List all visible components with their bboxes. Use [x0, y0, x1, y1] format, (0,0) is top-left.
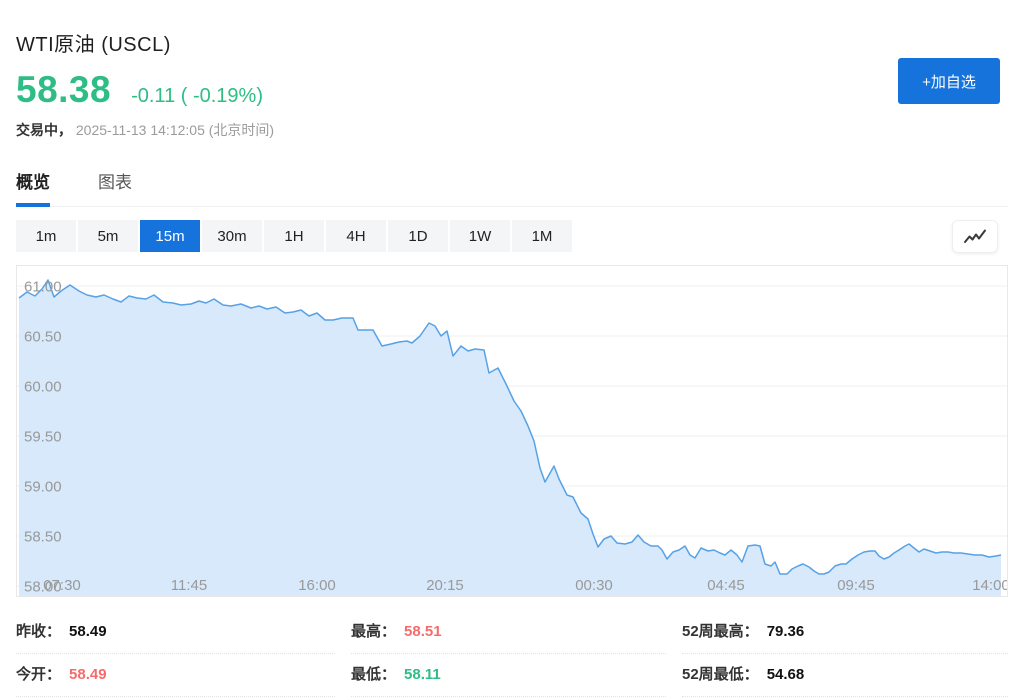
price-area-fill [19, 280, 1001, 596]
y-axis-label: 60.50 [24, 329, 62, 346]
timeframe-chip-4H[interactable]: 4H [326, 220, 386, 252]
stat-cell: 今开： 58.49 [16, 654, 335, 697]
stat-value: 58.51 [404, 623, 442, 640]
x-axis-label: 00:30 [575, 577, 613, 594]
stat-value: 58.49 [69, 623, 107, 640]
stat-label: 52周最高： [682, 620, 759, 641]
stat-label: 昨收： [16, 620, 61, 641]
stat-label: 最低： [351, 663, 396, 684]
add-watchlist-button[interactable]: +加自选 [898, 58, 1000, 104]
quote-page: WTI原油 (USCL) 58.38 -0.11 ( -0.19%) 交易中， … [0, 0, 1024, 697]
y-axis-label: 59.00 [24, 479, 62, 496]
x-axis-label: 14:00 [972, 577, 1007, 594]
stat-cell: 52周最高： 79.36 [682, 611, 1008, 654]
tab-bar: 概览 图表 [16, 168, 1008, 207]
stat-value: 79.36 [767, 623, 805, 640]
x-axis-label: 20:15 [426, 577, 464, 594]
trading-status-label: 交易中， [16, 122, 72, 138]
timeframe-chip-1M[interactable]: 1M [512, 220, 572, 252]
range-row: 1m5m15m30m1H4H1D1W1M [16, 220, 1008, 252]
chart-type-button[interactable] [952, 220, 998, 253]
stat-label: 最高： [351, 620, 396, 641]
y-axis-label: 61.00 [24, 279, 62, 296]
price-change: -0.11 ( -0.19%) [131, 85, 263, 108]
stat-value: 54.68 [767, 666, 805, 683]
y-axis-label: 59.50 [24, 429, 62, 446]
stat-label: 今开： [16, 663, 61, 684]
stat-label: 52周最低： [682, 663, 759, 684]
instrument-title: WTI原油 (USCL) [16, 0, 1008, 57]
x-axis-label: 07:30 [43, 577, 81, 594]
x-axis-label: 16:00 [298, 577, 336, 594]
timeframe-chips: 1m5m15m30m1H4H1D1W1M [16, 220, 572, 252]
timeframe-chip-5m[interactable]: 5m [78, 220, 138, 252]
y-axis-label: 60.00 [24, 379, 62, 396]
price-chart-svg: 61.0060.5060.0059.5059.0058.5058.0007:30… [17, 266, 1007, 596]
price-chart[interactable]: 61.0060.5060.0059.5059.0058.5058.0007:30… [16, 265, 1008, 597]
stat-cell: 最高： 58.51 [351, 611, 666, 654]
trading-status: 交易中， 2025-11-13 14:12:05 (北京时间) [16, 120, 1008, 140]
last-price: 58.38 [16, 69, 111, 111]
tab-overview[interactable]: 概览 [16, 168, 50, 206]
quote-timestamp: 2025-11-13 14:12:05 (北京时间) [76, 122, 274, 138]
stat-cell: 52周最低： 54.68 [682, 654, 1008, 697]
timeframe-chip-1H[interactable]: 1H [264, 220, 324, 252]
timeframe-chip-1D[interactable]: 1D [388, 220, 448, 252]
stat-cell: 昨收： 58.49 [16, 611, 335, 654]
x-axis-label: 11:45 [171, 577, 207, 594]
price-row: 58.38 -0.11 ( -0.19%) [16, 69, 1008, 111]
timeframe-chip-1m[interactable]: 1m [16, 220, 76, 252]
timeframe-chip-15m[interactable]: 15m [140, 220, 200, 252]
timeframe-chip-1W[interactable]: 1W [450, 220, 510, 252]
timeframe-chip-30m[interactable]: 30m [202, 220, 262, 252]
x-axis-label: 04:45 [707, 577, 745, 594]
stats-grid: 昨收： 58.49 最高： 58.51 52周最高： 79.36 今开： 58.49 最低： 58… [16, 611, 1008, 697]
tab-chart[interactable]: 图表 [98, 168, 132, 206]
stat-value: 58.11 [404, 666, 441, 683]
y-axis-label: 58.50 [24, 529, 62, 546]
stat-value: 58.49 [69, 666, 107, 683]
line-chart-icon [962, 228, 988, 246]
stat-cell: 最低： 58.11 [351, 654, 666, 697]
x-axis-label: 09:45 [837, 577, 875, 594]
